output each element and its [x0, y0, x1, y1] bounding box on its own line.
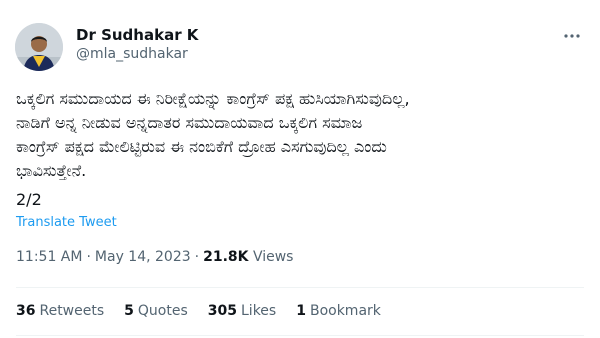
profile-photo-icon — [15, 23, 63, 71]
tweet-card: Dr Sudhakar K @mla_sudhakar ಒಕ್ಕಲಿಗ ಸಮುದ… — [0, 0, 600, 338]
tweet-meta: 11:51 AM · May 14, 2023 · 21.8K Views — [16, 248, 293, 266]
likes-label: Likes — [241, 303, 277, 319]
tweet-text-line: ಒಕ್ಕಲಿಗ ಸಮುದಾಯದ ಈ ನಿರೀಕ್ಷೆಯನ್ನು ಕಾಂಗ್ರೆಸ… — [16, 89, 410, 108]
views-count: 21.8K — [203, 249, 249, 265]
author-block: Dr Sudhakar K @mla_sudhakar — [76, 26, 198, 63]
bookmarks-stat[interactable]: 1 Bookmark — [296, 302, 381, 320]
avatar[interactable] — [15, 23, 63, 71]
retweets-stat[interactable]: 36 Retweets — [16, 302, 104, 320]
tweet-time[interactable]: 11:51 AM — [16, 249, 82, 265]
thread-index: 2/2 — [16, 190, 42, 209]
more-options-button[interactable] — [560, 24, 584, 48]
likes-count: 305 — [207, 303, 237, 319]
likes-stat[interactable]: 305 Likes — [208, 302, 276, 320]
more-horizontal-icon — [564, 34, 580, 38]
divider — [16, 287, 584, 288]
meta-separator: · — [86, 249, 91, 265]
quotes-count: 5 — [124, 303, 134, 319]
author-handle[interactable]: @mla_sudhakar — [76, 45, 198, 63]
meta-separator: · — [194, 249, 200, 265]
divider — [16, 335, 584, 336]
quotes-label: Quotes — [137, 303, 188, 319]
tweet-text-line: ಕಾಂಗ್ರೆಸ್ ಪಕ್ಷದ ಮೇಲಿಟ್ಟಿರುವ ಈ ನಂಬಿಕೆಗೆ ದ… — [16, 137, 387, 156]
tweet-text-line: ನಾಡಿಗೆ ಅನ್ನ ನೀಡುವ ಅನ್ನದಾತರ ಸಮುದಾಯವಾದ ಒಕ್… — [16, 113, 363, 132]
tweet-text: ಒಕ್ಕಲಿಗ ಸಮುದಾಯದ ಈ ನಿರೀಕ್ಷೆಯನ್ನು ಕಾಂಗ್ರೆಸ… — [16, 87, 588, 183]
views-label: Views — [252, 249, 294, 265]
translate-tweet-link[interactable]: Translate Tweet — [16, 215, 117, 231]
bookmarks-count: 1 — [296, 303, 306, 319]
quotes-stat[interactable]: 5 Quotes — [124, 302, 188, 320]
tweet-text-line: ಭಾವಿಸುತ್ತೇನೆ. — [16, 161, 87, 180]
retweets-label: Retweets — [39, 303, 105, 319]
bookmarks-label: Bookmark — [309, 303, 381, 319]
retweets-count: 36 — [16, 303, 36, 319]
engagement-stats: 36 Retweets 5 Quotes 305 Likes 1 Bookmark — [16, 302, 401, 320]
author-display-name[interactable]: Dr Sudhakar K — [76, 26, 198, 44]
tweet-date[interactable]: May 14, 2023 — [95, 249, 191, 265]
